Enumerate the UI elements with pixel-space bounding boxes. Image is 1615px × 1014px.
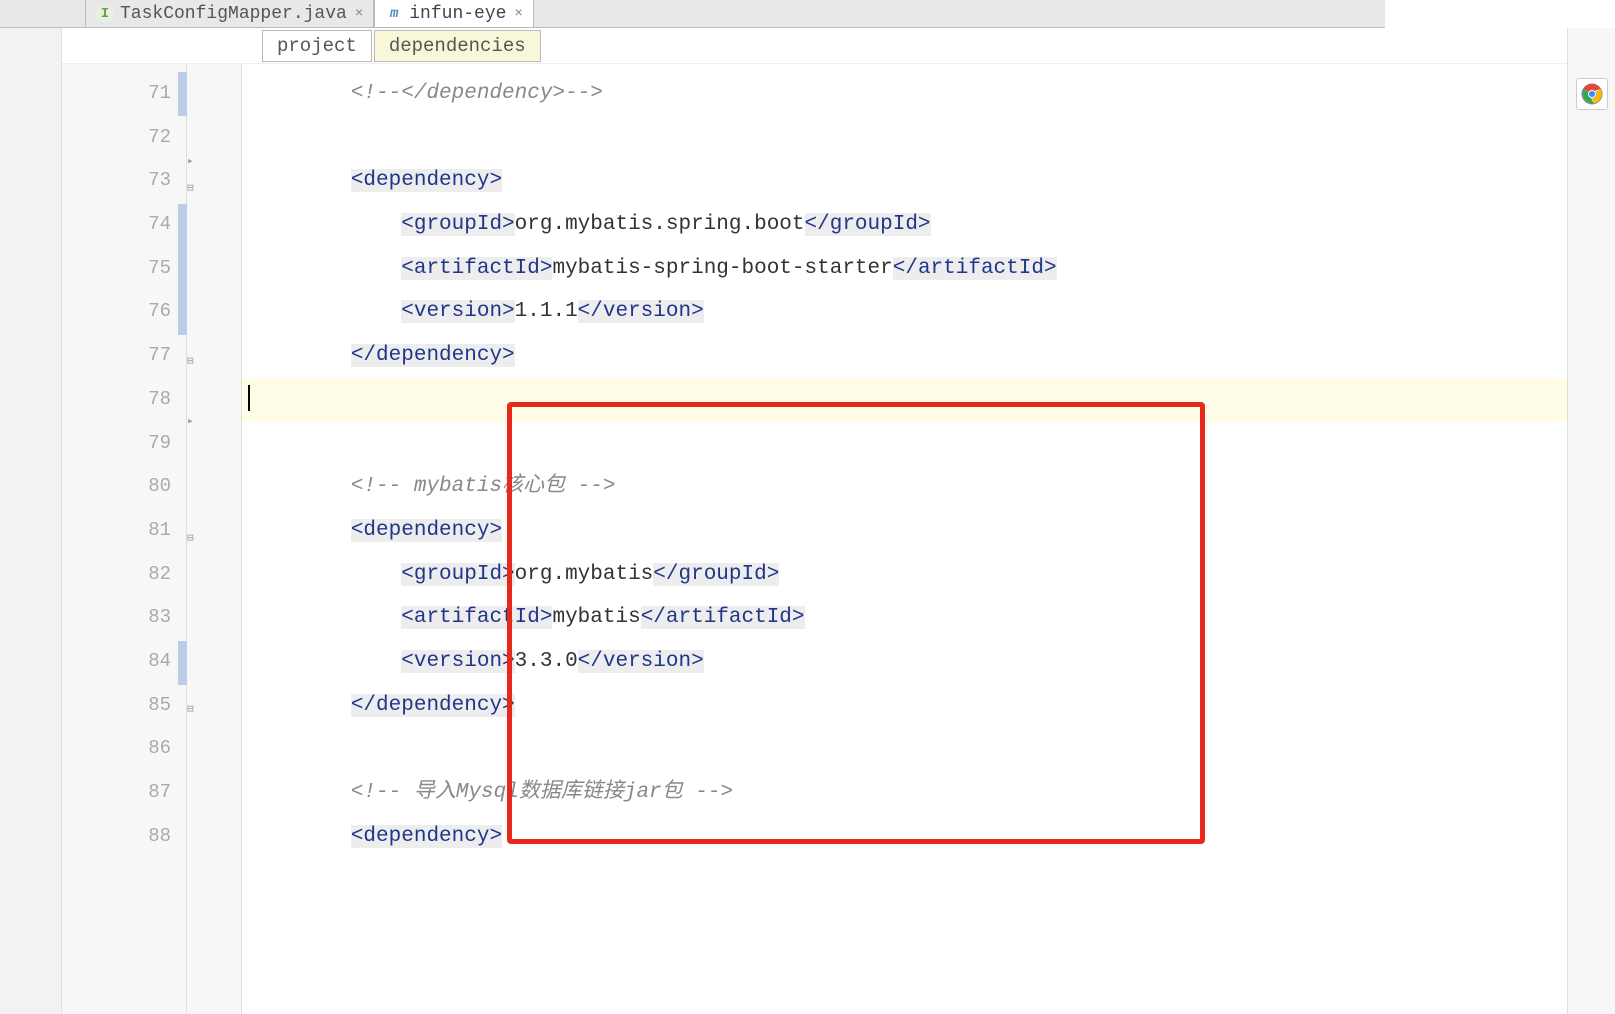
line-number[interactable]: 80 xyxy=(62,465,186,509)
code-line[interactable]: <groupId>org.mybatis.spring.boot</groupI… xyxy=(242,203,1615,247)
code-text: </dependency> xyxy=(351,344,515,367)
change-marker[interactable] xyxy=(178,641,187,685)
editor-tabs-bar[interactable]: I TaskConfigMapper.java × m infun-eye × xyxy=(0,0,1385,28)
code-text: mybatis-spring-boot-starter xyxy=(552,257,892,280)
code-text: org.mybatis.spring.boot xyxy=(515,213,805,236)
line-number[interactable]: 87 xyxy=(62,771,186,815)
code-text: 1.1.1 xyxy=(515,300,578,323)
code-text: </artifactId> xyxy=(641,606,805,629)
code-line[interactable] xyxy=(242,116,1615,160)
code-area[interactable]: 71 72 73 74 75 76 77 78 79 80 81 82 83 8… xyxy=(62,64,1615,1014)
right-sidebar xyxy=(1567,28,1615,1014)
code-line[interactable] xyxy=(242,422,1615,466)
change-marker[interactable] xyxy=(178,72,187,116)
tab-label: infun-eye xyxy=(409,4,506,24)
code-text: </dependency> xyxy=(351,694,515,717)
line-number[interactable]: 71 xyxy=(62,72,186,116)
code-text: <dependency> xyxy=(351,169,502,192)
code-text: org.mybatis xyxy=(515,563,654,586)
fold-arrow-right-icon[interactable]: ▸ xyxy=(187,154,203,170)
code-text: <version> xyxy=(401,650,514,673)
code-line[interactable]: <!--</dependency>--> xyxy=(242,72,1615,116)
code-line[interactable]: </dependency> xyxy=(242,334,1615,378)
breadcrumb-dependencies[interactable]: dependencies xyxy=(374,30,541,62)
code-text: </groupId> xyxy=(805,213,931,236)
code-line[interactable]: <!-- 导入Mysql数据库链接jar包 --> xyxy=(242,771,1615,815)
breadcrumb-bar[interactable]: project dependencies xyxy=(62,28,1615,64)
fold-gutter[interactable]: ▸ ⊟ ⊟ ▸ ⊟ ⊟ xyxy=(187,64,242,1014)
code-line[interactable]: <groupId>org.mybatis</groupId> xyxy=(242,553,1615,597)
chrome-icon xyxy=(1581,83,1603,105)
code-text: </groupId> xyxy=(653,563,779,586)
code-line[interactable]: <dependency> xyxy=(242,509,1615,553)
maven-file-icon: m xyxy=(385,5,403,23)
fold-arrow-right-icon[interactable]: ▸ xyxy=(187,414,203,430)
fold-arrow-down-icon[interactable]: ⊟ xyxy=(187,531,203,547)
line-number[interactable]: 85 xyxy=(62,684,186,728)
breadcrumb-label: dependencies xyxy=(389,35,526,57)
tab-infun-eye[interactable]: m infun-eye × xyxy=(374,0,534,27)
change-marker[interactable] xyxy=(178,204,187,335)
line-number[interactable]: 86 xyxy=(62,727,186,771)
line-number[interactable]: 77 xyxy=(62,334,186,378)
open-in-browser-button[interactable] xyxy=(1576,78,1608,110)
line-number[interactable]: 84 xyxy=(62,640,186,684)
code-line[interactable]: <dependency> xyxy=(242,815,1615,859)
line-number[interactable]: 74 xyxy=(62,203,186,247)
code-line[interactable]: <!-- mybatis核心包 --> xyxy=(242,465,1615,509)
line-number[interactable]: 78 xyxy=(62,378,186,422)
fold-arrow-up-icon[interactable]: ⊟ xyxy=(187,702,203,718)
code-line-current[interactable] xyxy=(242,378,1615,422)
code-content[interactable]: <!--</dependency>--> <dependency> <group… xyxy=(242,64,1615,1014)
line-number[interactable]: 83 xyxy=(62,596,186,640)
code-line[interactable]: </dependency> xyxy=(242,684,1615,728)
code-text: </version> xyxy=(578,650,704,673)
tab-label: TaskConfigMapper.java xyxy=(120,4,347,24)
main-area: project dependencies 71 72 73 74 75 76 7… xyxy=(0,28,1615,1014)
code-line[interactable]: <version>3.3.0</version> xyxy=(242,640,1615,684)
left-gutter xyxy=(0,28,62,1014)
code-line[interactable]: <dependency> xyxy=(242,159,1615,203)
breadcrumb-project[interactable]: project xyxy=(262,30,372,62)
line-number[interactable]: 82 xyxy=(62,553,186,597)
line-number[interactable]: 88 xyxy=(62,815,186,859)
code-text: <groupId> xyxy=(401,563,514,586)
code-line[interactable] xyxy=(242,727,1615,771)
code-text: <!-- mybatis核心包 --> xyxy=(351,475,616,498)
tab-taskconfigmapper[interactable]: I TaskConfigMapper.java × xyxy=(85,0,374,27)
code-text: <!--</dependency>--> xyxy=(351,82,603,105)
code-text: <dependency> xyxy=(351,519,502,542)
line-number[interactable]: 81 xyxy=(62,509,186,553)
code-text: </artifactId> xyxy=(893,257,1057,280)
code-text: <artifactId> xyxy=(401,606,552,629)
fold-arrow-down-icon[interactable]: ⊟ xyxy=(187,181,203,197)
code-text: <groupId> xyxy=(401,213,514,236)
cursor xyxy=(248,385,250,411)
code-line[interactable]: <version>1.1.1</version> xyxy=(242,290,1615,334)
code-text: 3.3.0 xyxy=(515,650,578,673)
code-text: </version> xyxy=(578,300,704,323)
line-numbers-gutter[interactable]: 71 72 73 74 75 76 77 78 79 80 81 82 83 8… xyxy=(62,64,187,1014)
line-number[interactable]: 76 xyxy=(62,290,186,334)
close-icon[interactable]: × xyxy=(355,6,363,22)
breadcrumb-label: project xyxy=(277,35,357,57)
line-number[interactable]: 79 xyxy=(62,422,186,466)
editor-container: project dependencies 71 72 73 74 75 76 7… xyxy=(62,28,1615,1014)
code-text: <artifactId> xyxy=(401,257,552,280)
line-number[interactable]: 75 xyxy=(62,247,186,291)
code-text: mybatis xyxy=(552,606,640,629)
code-text: <version> xyxy=(401,300,514,323)
code-line[interactable]: <artifactId>mybatis</artifactId> xyxy=(242,596,1615,640)
line-number[interactable]: 72 xyxy=(62,116,186,160)
code-text: <!-- 导入Mysql数据库链接jar包 --> xyxy=(351,781,733,804)
close-icon[interactable]: × xyxy=(514,6,522,22)
fold-arrow-up-icon[interactable]: ⊟ xyxy=(187,354,203,370)
java-file-icon: I xyxy=(96,5,114,23)
code-text: <dependency> xyxy=(351,825,502,848)
line-number[interactable]: 73 xyxy=(62,159,186,203)
code-line[interactable]: <artifactId>mybatis-spring-boot-starter<… xyxy=(242,247,1615,291)
